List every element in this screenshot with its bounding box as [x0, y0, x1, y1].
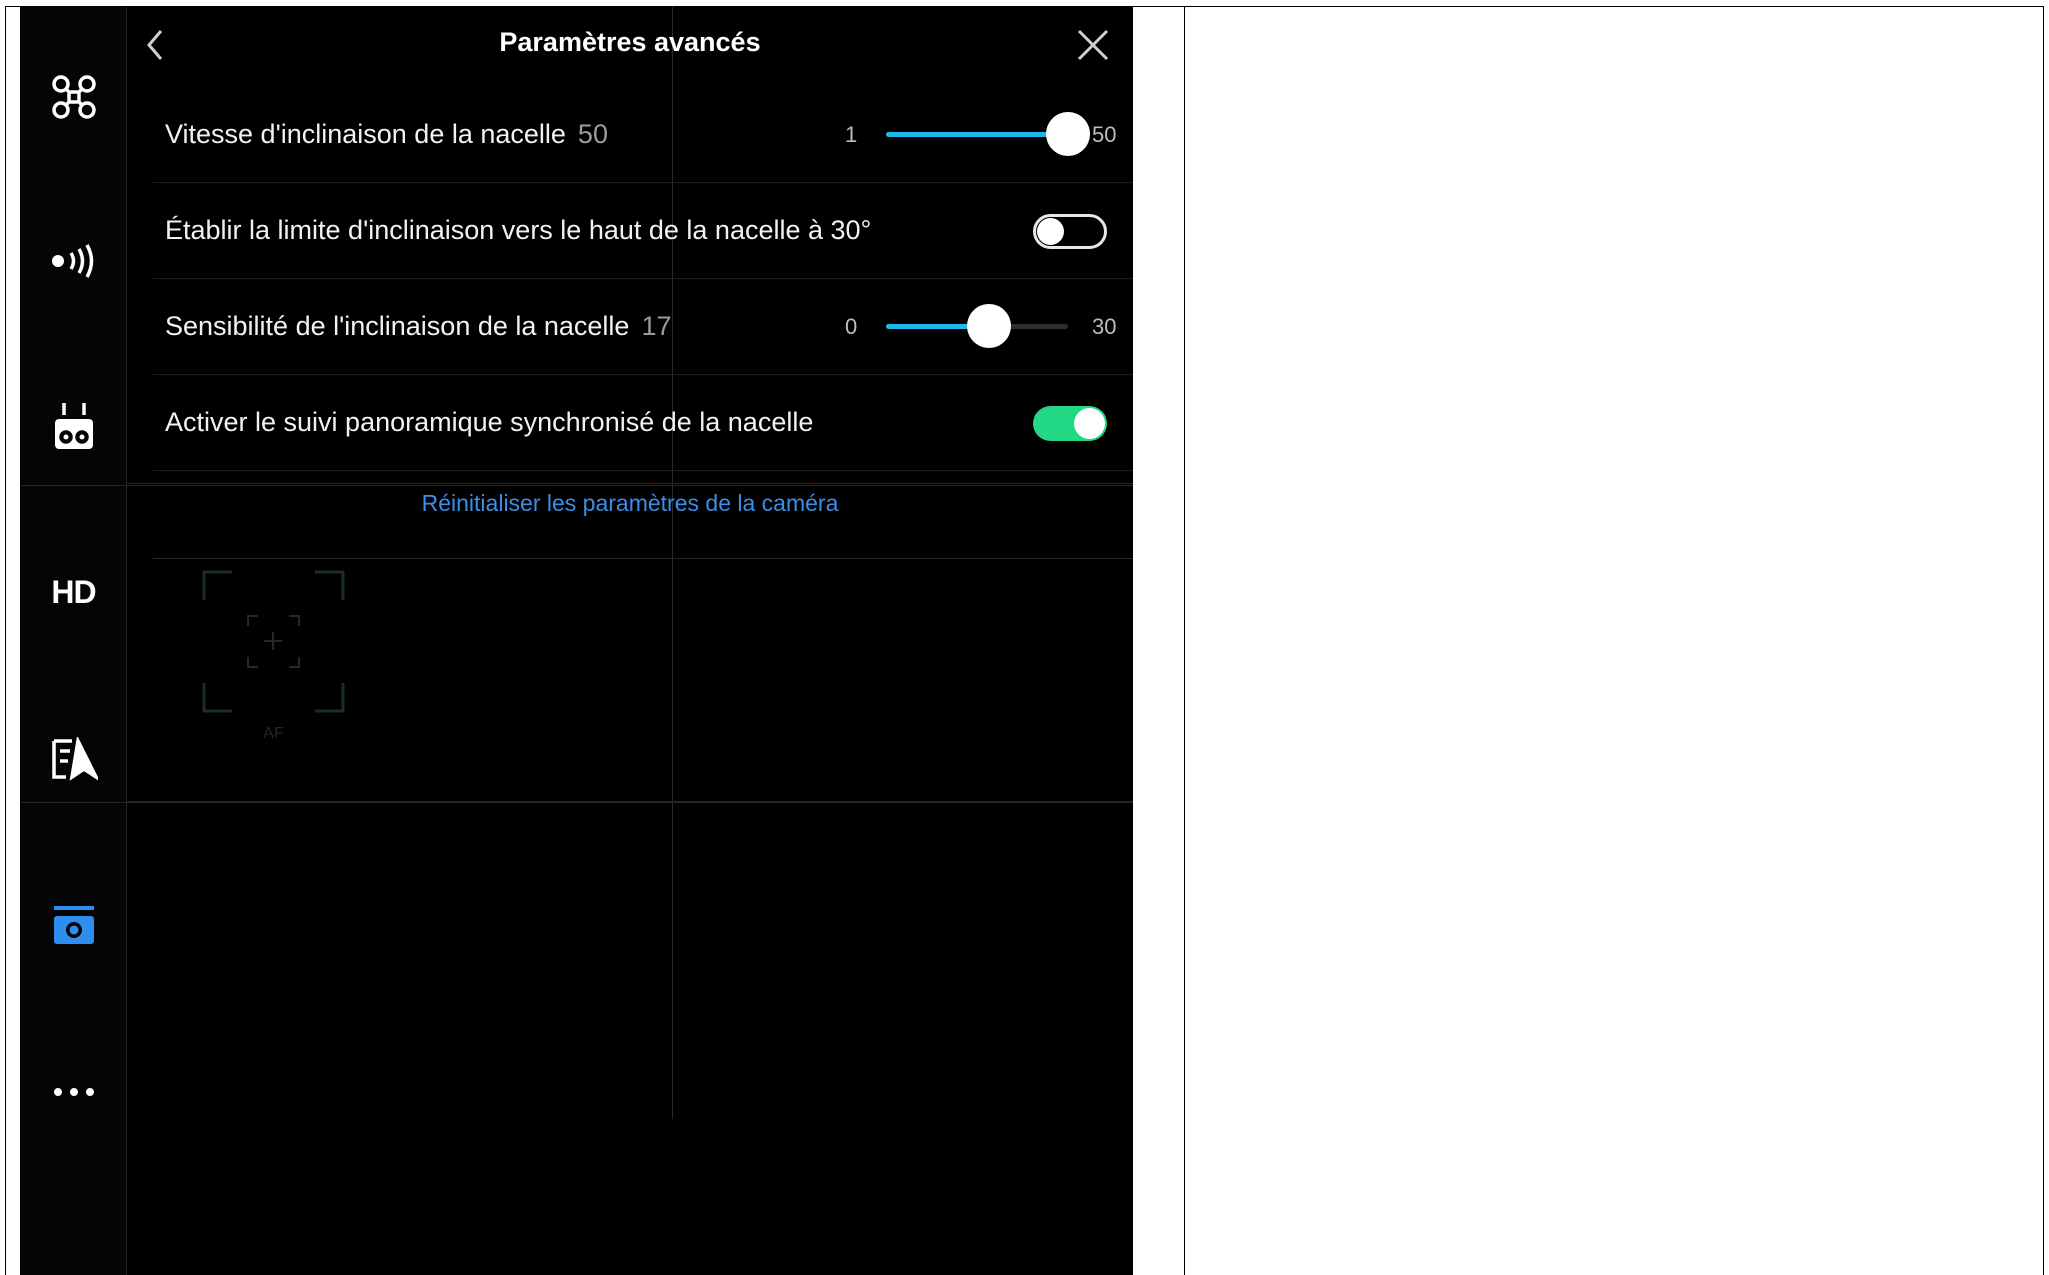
panel-header: Paramètres avancés [127, 7, 1133, 87]
app-screen: HD Paramètres avancés Vitesse d'inclinai… [21, 7, 1133, 1275]
pan-follow-toggle[interactable] [1033, 406, 1107, 441]
remote-controller-icon[interactable] [21, 387, 126, 467]
sidebar: HD [21, 7, 1133, 1275]
signal-icon[interactable] [21, 221, 126, 301]
slider-min: 1 [845, 122, 858, 147]
slider-handle[interactable] [967, 304, 1012, 348]
toggle-knob [1074, 408, 1105, 439]
setting-value: 17 [641, 311, 672, 341]
setting-label: Activer le suivi panoramique synchronisé… [165, 407, 814, 437]
navigation-icon[interactable] [21, 719, 126, 799]
slider-max: 50 [1092, 122, 1117, 147]
hd-label: HD [51, 573, 96, 610]
slider-min: 0 [845, 314, 858, 339]
more-icon[interactable] [21, 1052, 126, 1132]
reset-camera-settings-link[interactable]: Réinitialiser les paramètres de la camér… [127, 490, 1133, 517]
camera-view: Paramètres avancés Vitesse d'inclinaison… [127, 7, 1133, 1275]
setting-row-pan-follow: Activer le suivi panoramique synchronisé… [153, 375, 1133, 471]
setting-row-tilt-speed: Vitesse d'inclinaison de la nacelle 50 1 … [153, 87, 1133, 183]
divider [153, 558, 1133, 559]
af-label: AF [263, 725, 284, 742]
tilt-limit-toggle[interactable] [1033, 214, 1107, 249]
tilt-sensitivity-slider[interactable] [886, 304, 1068, 348]
toggle-knob [1037, 218, 1064, 245]
slider-handle[interactable] [1046, 112, 1090, 156]
close-icon [1077, 29, 1109, 61]
setting-label: Sensibilité de l'inclinaison de la nacel… [165, 311, 630, 341]
setting-value: 50 [577, 119, 608, 149]
setting-row-tilt-sensitivity: Sensibilité de l'inclinaison de la nacel… [153, 279, 1133, 375]
page-title: Paramètres avancés [499, 27, 761, 57]
close-button[interactable] [1073, 25, 1113, 65]
divider [127, 801, 1133, 802]
autofocus-frame: AF [202, 570, 345, 742]
divider [127, 483, 1133, 484]
tilt-speed-slider[interactable] [886, 112, 1090, 156]
hd-icon[interactable]: HD [21, 552, 126, 632]
slider-fill [886, 132, 1068, 137]
drone-icon[interactable] [21, 57, 126, 137]
slider-max: 30 [1092, 314, 1117, 339]
setting-label: Vitesse d'inclinaison de la nacelle [165, 119, 566, 149]
setting-row-tilt-limit: Établir la limite d'inclinaison vers le … [153, 183, 1133, 279]
setting-label: Établir la limite d'inclinaison vers le … [165, 215, 872, 245]
camera-icon[interactable] [21, 886, 126, 966]
